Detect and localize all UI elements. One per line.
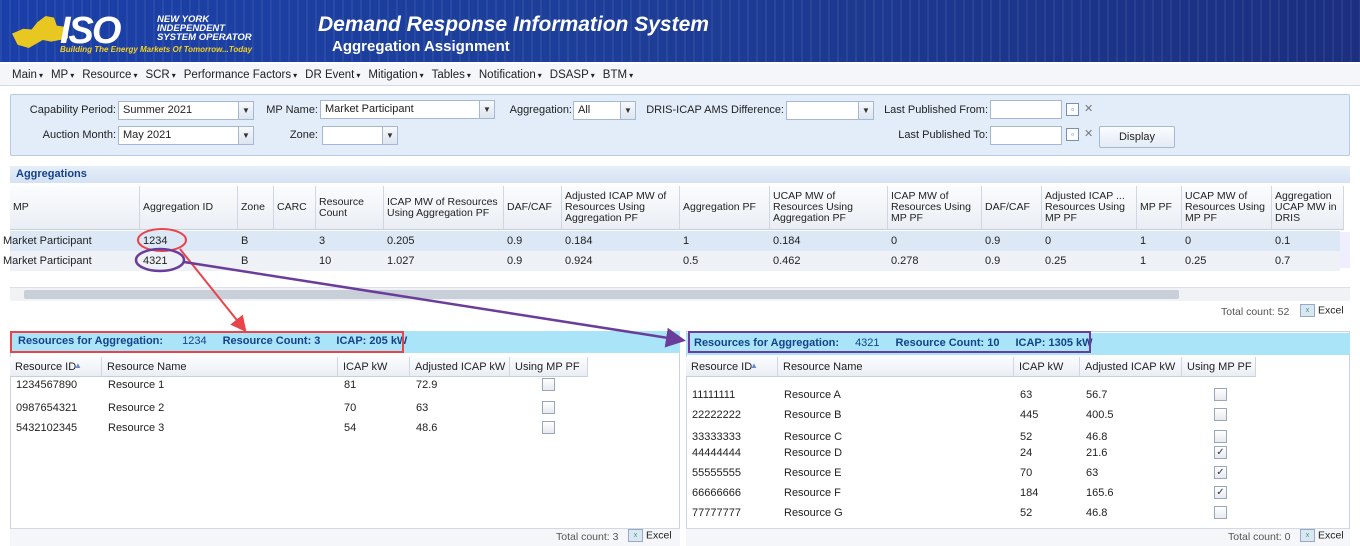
annotation-ellipse-purple <box>134 247 186 273</box>
annotation-overlay <box>134 228 686 348</box>
annotation-arrow-red <box>179 248 247 333</box>
annotation-ellipse-red <box>137 228 187 252</box>
annotation-arrow-purple <box>183 260 686 348</box>
